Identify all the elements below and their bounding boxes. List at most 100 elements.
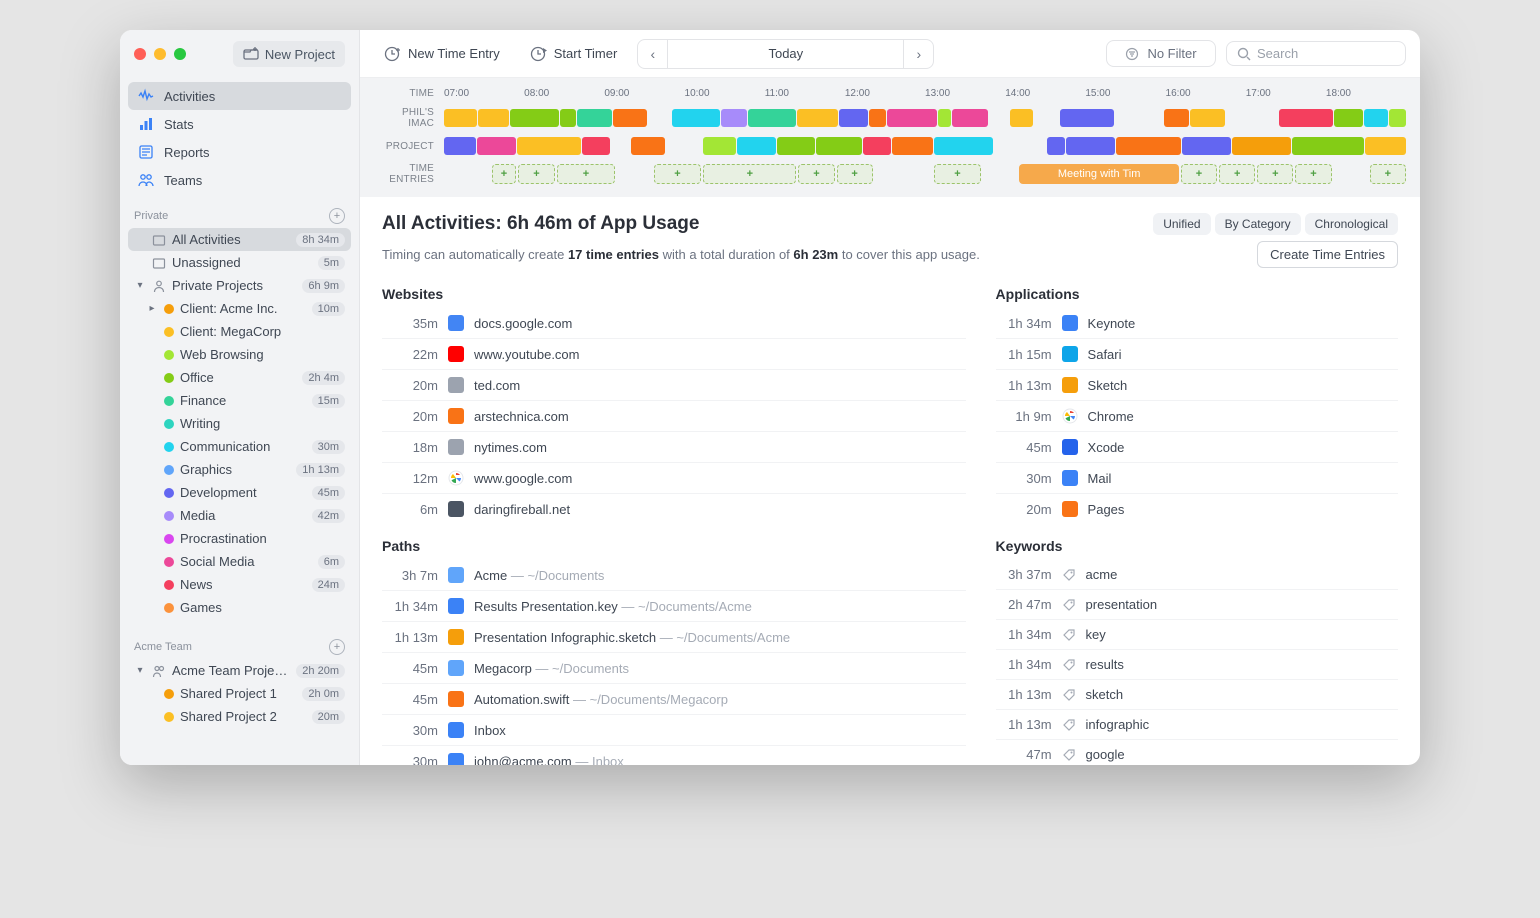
tree-item[interactable]: Social Media 6m bbox=[128, 550, 351, 573]
tree-item[interactable]: Finance 15m bbox=[128, 389, 351, 412]
timeline-segment[interactable] bbox=[1034, 109, 1059, 127]
timeline-segment[interactable] bbox=[816, 137, 862, 155]
timeline-segment[interactable] bbox=[1066, 137, 1115, 155]
tree-item[interactable]: Media 42m bbox=[128, 504, 351, 527]
list-row[interactable]: 1h 9m Chrome bbox=[996, 401, 1398, 432]
view-tab-by category[interactable]: By Category bbox=[1215, 213, 1301, 235]
filter-dropdown[interactable]: No Filter bbox=[1106, 40, 1216, 67]
timeline-segment[interactable] bbox=[989, 109, 1009, 127]
timeline-segment[interactable] bbox=[582, 137, 610, 155]
add-private-project-button[interactable]: + bbox=[329, 208, 345, 224]
tree-item[interactable]: Development 45m bbox=[128, 481, 351, 504]
timeline-segment[interactable] bbox=[517, 137, 581, 155]
suggested-entry[interactable]: + bbox=[654, 164, 702, 184]
suggested-entry[interactable]: + bbox=[1219, 164, 1255, 184]
new-time-entry-button[interactable]: New Time Entry bbox=[374, 40, 510, 68]
timeline-segment[interactable] bbox=[1060, 109, 1114, 127]
suggested-entry[interactable]: + bbox=[837, 164, 873, 184]
suggested-entry[interactable]: + bbox=[1295, 164, 1331, 184]
timeline-segment[interactable] bbox=[934, 137, 994, 155]
device-track[interactable] bbox=[444, 109, 1406, 127]
timeline-segment[interactable] bbox=[613, 109, 647, 127]
nav-reports[interactable]: Reports bbox=[128, 138, 351, 166]
timeline-segment[interactable] bbox=[1115, 109, 1163, 127]
nav-stats[interactable]: Stats bbox=[128, 110, 351, 138]
list-row[interactable]: 1h 34m Results Presentation.key — ~/Docu… bbox=[382, 591, 966, 622]
zoom-window-icon[interactable] bbox=[174, 48, 186, 60]
list-row[interactable]: 20m ted.com bbox=[382, 370, 966, 401]
tree-item[interactable]: Writing bbox=[128, 412, 351, 435]
timeline-segment[interactable] bbox=[892, 137, 933, 155]
list-row[interactable]: 1h 13m sketch bbox=[996, 680, 1398, 710]
list-row[interactable]: 1h 34m Keynote bbox=[996, 308, 1398, 339]
timeline-segment[interactable] bbox=[703, 137, 735, 155]
timeline-segment[interactable] bbox=[994, 137, 1045, 155]
tree-item[interactable]: News 24m bbox=[128, 573, 351, 596]
timeline-segment[interactable] bbox=[1116, 137, 1181, 155]
nav-activities[interactable]: Activities bbox=[128, 82, 351, 110]
timeline-segment[interactable] bbox=[1292, 137, 1365, 155]
list-row[interactable]: 3h 37m acme bbox=[996, 560, 1398, 590]
timeline-segment[interactable] bbox=[1164, 109, 1189, 127]
list-row[interactable]: 47m google bbox=[996, 740, 1398, 765]
timeline-segment[interactable] bbox=[869, 109, 886, 127]
time-entry-meeting[interactable]: Meeting with Tim bbox=[1019, 164, 1179, 184]
suggested-entry[interactable]: + bbox=[703, 164, 796, 184]
timeline-segment[interactable] bbox=[839, 109, 868, 127]
timeline-segment[interactable] bbox=[938, 109, 952, 127]
timeline-segment[interactable] bbox=[672, 109, 720, 127]
timeline-segment[interactable] bbox=[444, 109, 477, 127]
list-row[interactable]: 45m Automation.swift — ~/Documents/Megac… bbox=[382, 684, 966, 715]
timeline-segment[interactable] bbox=[611, 137, 630, 155]
tree-item[interactable]: Shared Project 2 20m bbox=[128, 705, 351, 728]
timeline-segment[interactable] bbox=[666, 137, 703, 155]
list-row[interactable]: 1h 13m Sketch bbox=[996, 370, 1398, 401]
timeline-segment[interactable] bbox=[737, 137, 776, 155]
timeline-segment[interactable] bbox=[1232, 137, 1291, 155]
close-window-icon[interactable] bbox=[134, 48, 146, 60]
list-row[interactable]: 18m nytimes.com bbox=[382, 432, 966, 463]
list-row[interactable]: 2h 47m presentation bbox=[996, 590, 1398, 620]
suggested-entry[interactable]: + bbox=[1181, 164, 1217, 184]
timeline-segment[interactable] bbox=[1279, 109, 1333, 127]
list-row[interactable]: 20m Pages bbox=[996, 494, 1398, 524]
tree-item[interactable]: Graphics 1h 13m bbox=[128, 458, 351, 481]
tree-item[interactable]: Shared Project 1 2h 0m bbox=[128, 682, 351, 705]
start-timer-button[interactable]: Start Timer bbox=[520, 40, 628, 68]
add-team-project-button[interactable]: + bbox=[329, 639, 345, 655]
tree-item[interactable]: ▾ Private Projects 6h 9m bbox=[128, 274, 351, 297]
timeline-segment[interactable] bbox=[1182, 137, 1231, 155]
timeline-segment[interactable] bbox=[887, 109, 937, 127]
timeline-segment[interactable] bbox=[952, 109, 988, 127]
timeline-segment[interactable] bbox=[797, 109, 837, 127]
tree-item[interactable]: Unassigned 5m bbox=[128, 251, 351, 274]
timeline-segment[interactable] bbox=[577, 109, 612, 127]
tree-item[interactable]: ▾ Acme Team Projects 2h 20m bbox=[128, 659, 351, 682]
suggested-entry[interactable]: + bbox=[934, 164, 982, 184]
tree-item[interactable]: Web Browsing bbox=[128, 343, 351, 366]
date-label[interactable]: Today bbox=[668, 46, 903, 61]
list-row[interactable]: 1h 34m results bbox=[996, 650, 1398, 680]
list-row[interactable]: 1h 13m infographic bbox=[996, 710, 1398, 740]
suggested-entry[interactable]: + bbox=[492, 164, 517, 184]
tree-item[interactable]: Office 2h 4m bbox=[128, 366, 351, 389]
list-row[interactable]: 35m docs.google.com bbox=[382, 308, 966, 339]
timeline-segment[interactable] bbox=[748, 109, 797, 127]
list-row[interactable]: 6m daringfireball.net bbox=[382, 494, 966, 524]
nav-teams[interactable]: Teams bbox=[128, 166, 351, 194]
tree-item[interactable]: All Activities 8h 34m bbox=[128, 228, 351, 251]
tree-item[interactable]: Client: MegaCorp bbox=[128, 320, 351, 343]
timeline-segment[interactable] bbox=[721, 109, 746, 127]
suggested-entry[interactable]: + bbox=[557, 164, 616, 184]
entries-track[interactable]: ++++++++Meeting with Tim+++++ bbox=[444, 164, 1406, 184]
timeline-segment[interactable] bbox=[1010, 109, 1033, 127]
suggested-entry[interactable]: + bbox=[798, 164, 834, 184]
list-row[interactable]: 12m www.google.com bbox=[382, 463, 966, 494]
new-project-button[interactable]: New Project bbox=[233, 41, 345, 67]
prev-day-button[interactable]: ‹ bbox=[638, 40, 668, 68]
timeline-segment[interactable] bbox=[863, 137, 890, 155]
minimize-window-icon[interactable] bbox=[154, 48, 166, 60]
suggested-entry[interactable]: + bbox=[1257, 164, 1293, 184]
tree-item[interactable]: Procrastination bbox=[128, 527, 351, 550]
view-tab-unified[interactable]: Unified bbox=[1153, 213, 1210, 235]
